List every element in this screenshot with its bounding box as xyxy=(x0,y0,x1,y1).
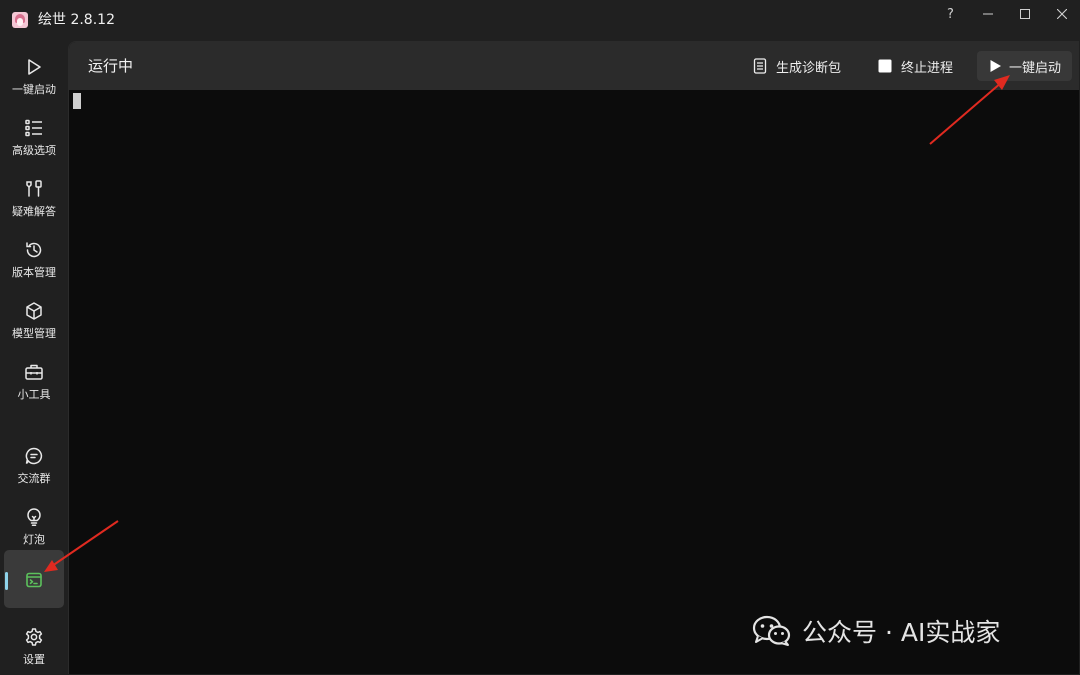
sidebar-item-community[interactable]: 交流群 xyxy=(4,437,64,495)
document-icon xyxy=(752,58,768,74)
window-title: 绘世 2.8.12 xyxy=(38,12,115,28)
tools-icon xyxy=(23,178,45,200)
chat-icon xyxy=(23,445,45,467)
gear-icon xyxy=(23,626,45,648)
cube-icon xyxy=(23,300,45,322)
app-window: 绘世 2.8.12 ? 一键启动 高级选项 疑难解答 版本管理 模型管理 小工具… xyxy=(0,0,1080,675)
list-icon xyxy=(23,117,45,139)
minimize-icon xyxy=(982,13,993,15)
active-indicator xyxy=(5,572,8,590)
terminal-icon xyxy=(23,569,45,591)
close-icon xyxy=(1056,9,1067,19)
watermark-text: 公众号 · AI实战家 xyxy=(802,618,1001,647)
window-controls: ? xyxy=(932,0,1080,28)
diagnostic-package-button[interactable]: 生成诊断包 xyxy=(742,51,851,81)
maximize-icon xyxy=(1019,9,1030,19)
sidebar-item-launch[interactable]: 一键启动 xyxy=(4,48,64,106)
watermark: 公众号 · AI实战家 xyxy=(752,612,1000,650)
one-click-launch-button[interactable]: 一键启动 xyxy=(977,51,1072,81)
sidebar-item-label: 版本管理 xyxy=(12,266,56,279)
sidebar: 一键启动 高级选项 疑难解答 版本管理 模型管理 小工具 交流群 灯泡 设置 xyxy=(0,40,68,675)
close-button[interactable] xyxy=(1043,0,1080,28)
sidebar-item-settings[interactable]: 设置 xyxy=(4,618,64,675)
one-click-launch-label: 一键启动 xyxy=(1009,60,1062,76)
console-panel: 运行中 生成诊断包 终止进程 一键启动 xyxy=(68,41,1079,674)
sidebar-item-label: 设置 xyxy=(23,653,45,666)
sidebar-item-label: 灯泡 xyxy=(23,533,45,546)
diagnostic-package-label: 生成诊断包 xyxy=(776,60,842,76)
toolbox-icon xyxy=(23,361,45,383)
minimize-button[interactable] xyxy=(969,0,1006,28)
play-icon xyxy=(23,56,45,78)
console-cursor xyxy=(73,93,81,109)
sidebar-item-console[interactable] xyxy=(4,550,64,608)
help-button[interactable]: ? xyxy=(932,0,969,28)
sidebar-item-troubleshoot[interactable]: 疑难解答 xyxy=(4,170,64,228)
wechat-logo-icon xyxy=(752,615,791,646)
panel-header: 运行中 生成诊断包 终止进程 一键启动 xyxy=(69,42,1079,90)
sidebar-item-versions[interactable]: 版本管理 xyxy=(4,231,64,289)
play-icon xyxy=(987,58,1003,74)
stop-process-label: 终止进程 xyxy=(901,60,954,76)
stop-icon xyxy=(877,58,893,74)
sidebar-item-label: 交流群 xyxy=(17,472,51,485)
history-icon xyxy=(23,239,45,261)
sidebar-item-label: 疑难解答 xyxy=(12,205,56,218)
sidebar-item-label: 模型管理 xyxy=(12,327,56,340)
sidebar-item-tools[interactable]: 小工具 xyxy=(4,353,64,411)
sidebar-item-label: 高级选项 xyxy=(12,144,56,157)
sidebar-item-lightbulb[interactable]: 灯泡 xyxy=(4,498,64,556)
sidebar-item-advanced[interactable]: 高级选项 xyxy=(4,109,64,167)
sidebar-item-label: 一键启动 xyxy=(12,83,56,96)
title-bar: 绘世 2.8.12 ? xyxy=(0,0,1080,40)
page-title: 运行中 xyxy=(88,57,134,75)
maximize-button[interactable] xyxy=(1006,0,1043,28)
lightbulb-icon xyxy=(23,506,45,528)
stop-process-button[interactable]: 终止进程 xyxy=(867,51,963,81)
app-logo-icon xyxy=(12,12,28,28)
sidebar-item-label: 小工具 xyxy=(17,388,51,401)
sidebar-item-models[interactable]: 模型管理 xyxy=(4,292,64,350)
